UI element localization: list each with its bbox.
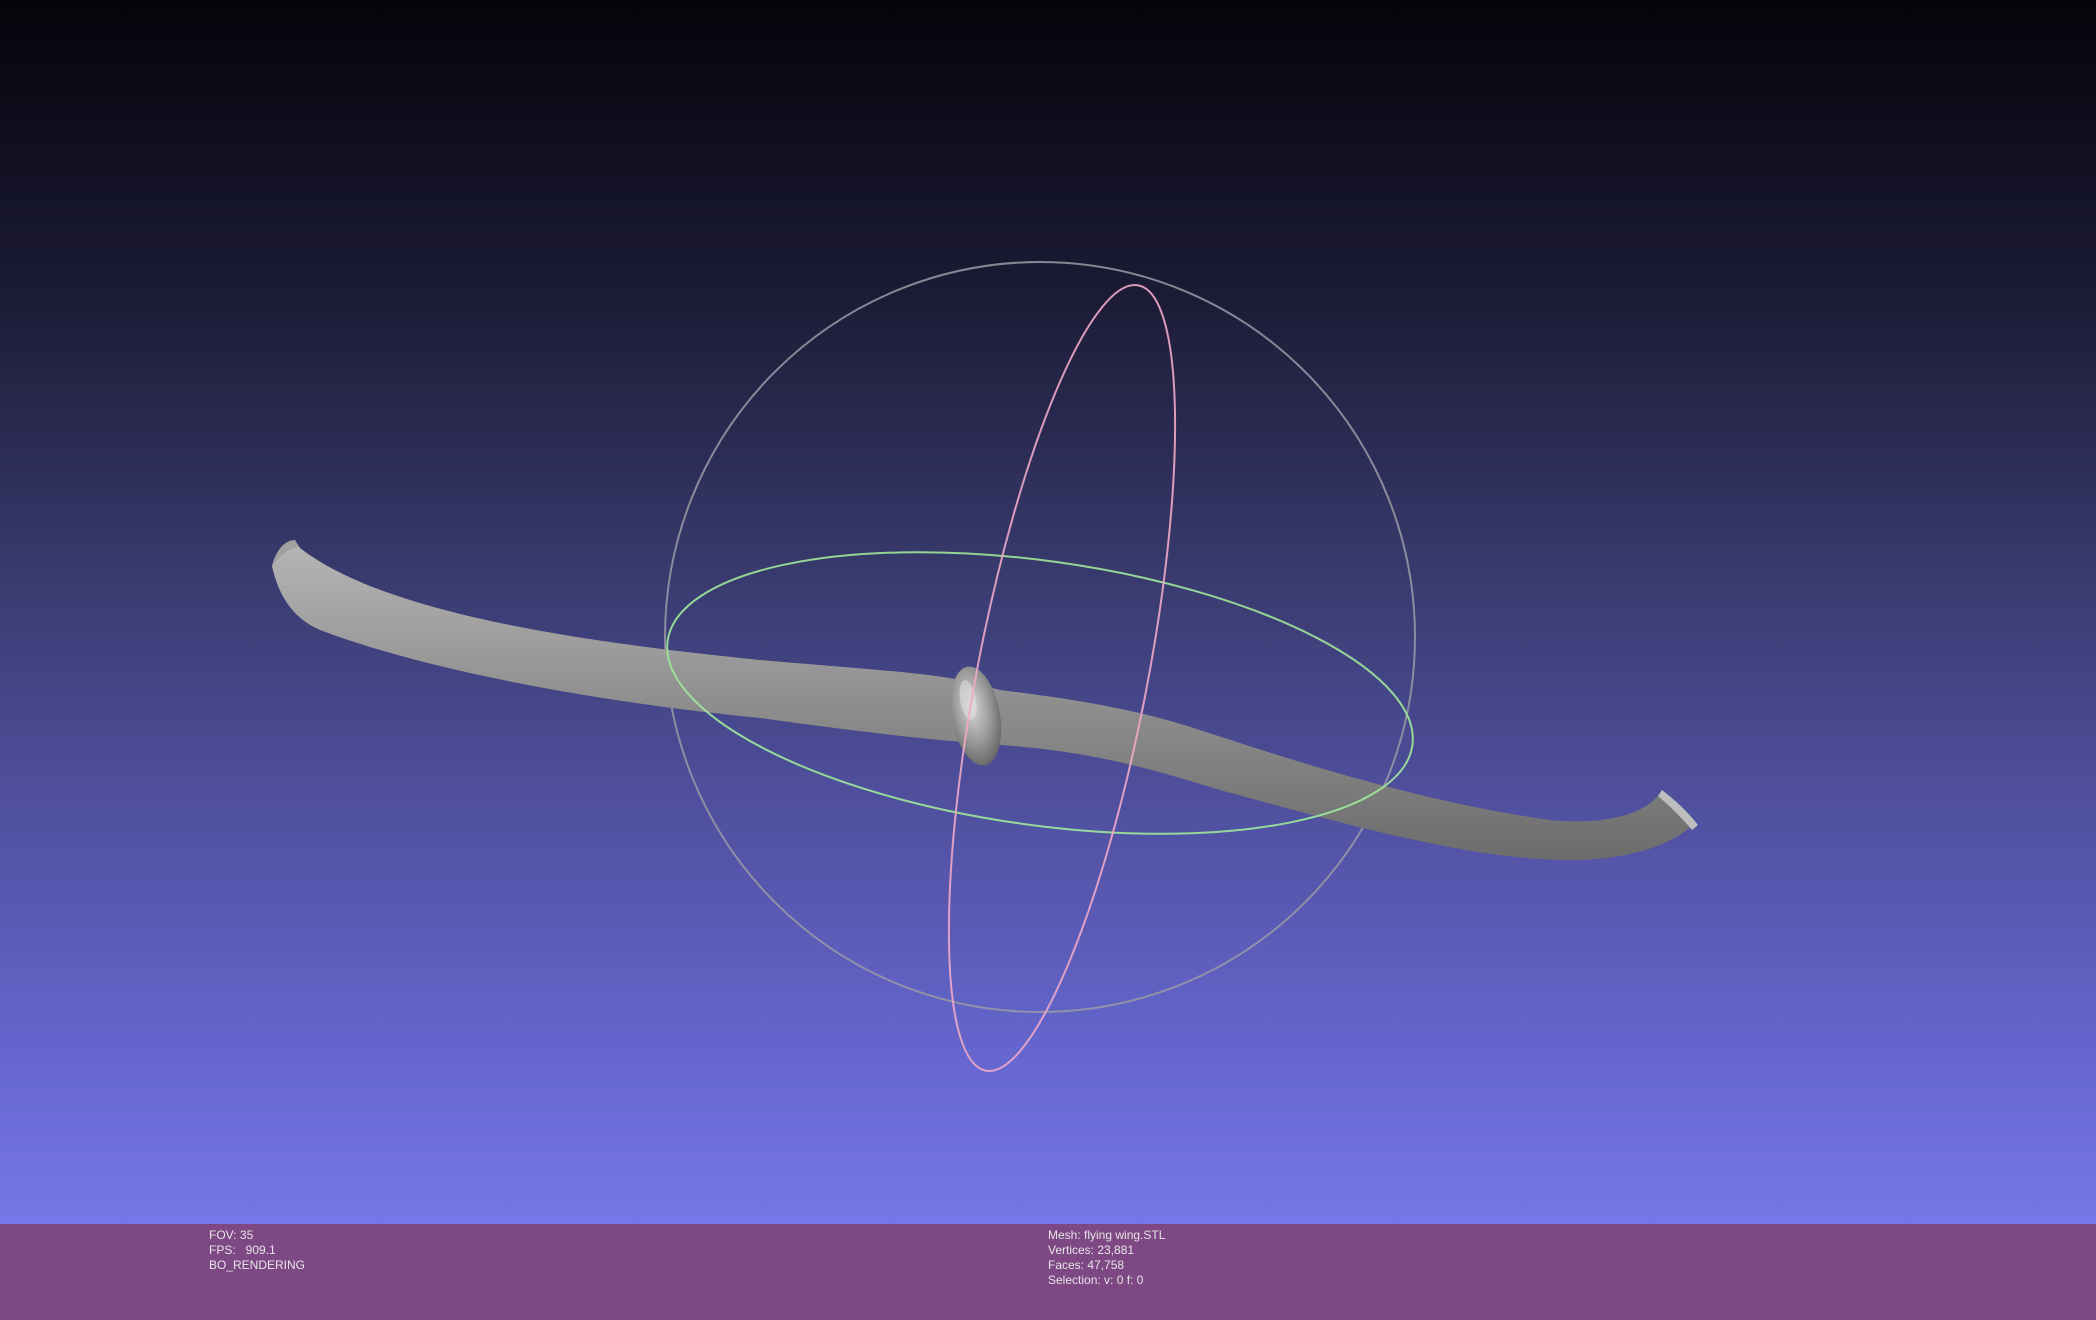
selection-readout: Selection: v: 0 f: 0 xyxy=(1048,1273,1144,1287)
faces-readout: Faces: 47,758 xyxy=(1048,1258,1125,1272)
trackball-vertical-ring[interactable] xyxy=(902,269,1222,1087)
render-info-panel: FOV: 35 FPS: 909.1 BO_RENDERING xyxy=(209,1228,305,1273)
flying-wing-mesh[interactable] xyxy=(272,540,1698,861)
mesh-name-readout: Mesh: flying wing.STL xyxy=(1048,1228,1166,1242)
mesh-info-panel: Mesh: flying wing.STL Vertices: 23,881 F… xyxy=(1048,1228,1165,1288)
vertices-readout: Vertices: 23,881 xyxy=(1048,1243,1135,1257)
trackball-sphere-outline xyxy=(664,261,1416,1013)
render-mode-readout: BO_RENDERING xyxy=(209,1258,306,1272)
scene-canvas[interactable] xyxy=(0,0,2096,1224)
fov-readout: FOV: 35 xyxy=(209,1228,254,1242)
3d-viewport[interactable] xyxy=(0,0,2096,1224)
status-info-bar: FOV: 35 FPS: 909.1 BO_RENDERING Mesh: fl… xyxy=(0,1224,2096,1320)
fps-readout: FPS: 909.1 xyxy=(209,1243,276,1257)
